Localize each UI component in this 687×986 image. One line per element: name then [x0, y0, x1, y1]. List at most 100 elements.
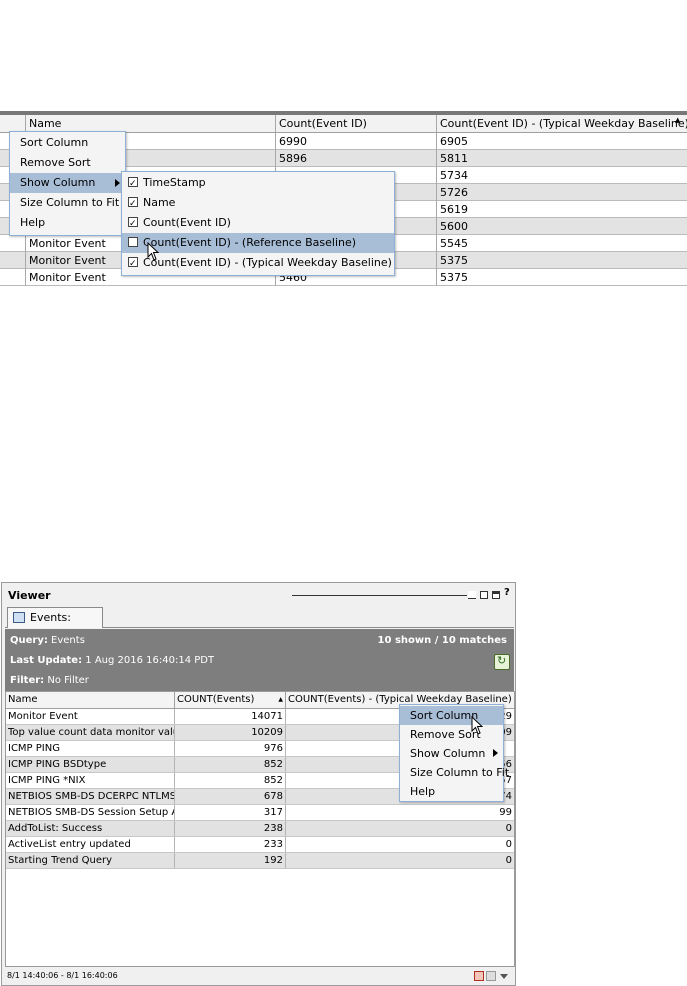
cell-name: Monitor Event: [6, 709, 175, 724]
alert-icon[interactable]: [474, 971, 484, 981]
cell-count: 852: [175, 757, 286, 772]
submenu-item-label: TimeStamp: [143, 176, 206, 189]
menu-size-column-to-fit[interactable]: Size Column to Fit: [400, 763, 509, 782]
cell-count: 233: [175, 837, 286, 852]
menu-show-column-label: Show Column: [410, 747, 486, 760]
cell-name: NETBIOS SMB-DS Session Setup A...: [8, 805, 175, 820]
menu-help[interactable]: Help: [10, 213, 125, 233]
cell-baseline: 5375: [440, 254, 468, 267]
submenu-item-label: Count(Event ID) - (Reference Baseline): [143, 236, 357, 249]
mouse-pointer-icon: [147, 242, 160, 261]
submenu-arrow-icon: [493, 749, 498, 757]
cell-baseline: 99: [499, 807, 512, 818]
query-label: Query:: [10, 635, 48, 646]
column-header-count[interactable]: COUNT(Events) ▲: [175, 692, 286, 708]
sort-ascending-icon: ▲: [675, 116, 681, 124]
last-update-line: Last Update: 1 Aug 2016 16:40:14 PDT: [10, 655, 214, 666]
submenu-item-label: Count(Event ID) - (Typical Weekday Basel…: [143, 256, 392, 269]
cell-count: 852: [175, 773, 286, 788]
submenu-arrow-icon: [115, 179, 120, 187]
dropdown-arrow-icon[interactable]: [500, 974, 508, 979]
column-header-name[interactable]: Name: [26, 115, 276, 132]
menu-size-column-to-fit[interactable]: Size Column to Fit: [10, 193, 125, 213]
cell-count: 14071: [175, 709, 286, 724]
submenu-item[interactable]: TimeStamp: [122, 173, 394, 194]
tab-strip: Events: Table: [5, 606, 514, 644]
menu-remove-sort[interactable]: Remove Sort: [400, 725, 503, 744]
sort-ascending-icon: ▲: [278, 696, 283, 703]
table-row[interactable]: NETBIOS SMB-DS Session Setup A... 317 99: [6, 805, 514, 821]
cell-baseline: 5600: [440, 220, 468, 233]
cell-baseline: 5734: [440, 169, 468, 182]
cell-name: AddToList: Success: [6, 821, 175, 836]
checkbox-checked-icon[interactable]: [128, 214, 138, 234]
query-info-panel: Query: Events 10 shown / 10 matches Last…: [5, 629, 514, 691]
cell-baseline: 5726: [440, 186, 468, 199]
status-bar: 8/1 14:40:06 - 8/1 16:40:06: [5, 969, 514, 983]
query-line: Query: Events: [10, 635, 85, 646]
menu-sort-column[interactable]: Sort Column: [400, 706, 503, 725]
menu-remove-sort[interactable]: Remove Sort: [10, 153, 125, 173]
cell-count: 192: [175, 853, 286, 868]
menu-help[interactable]: Help: [400, 782, 503, 801]
column-header-count-label: COUNT(Events): [177, 694, 255, 705]
header-blank: [0, 115, 26, 132]
event-table-screenshot: Name Count(Event ID) Count(Event ID) - (…: [0, 111, 687, 289]
filter-line: Filter: No Filter: [10, 675, 89, 686]
cell-name: ICMP PING: [6, 741, 175, 756]
menu-show-column[interactable]: Show Column: [400, 744, 503, 763]
table-row[interactable]: ActiveList entry updated 233 0: [6, 837, 514, 853]
filter-value: No Filter: [47, 675, 89, 686]
cell-count: 317: [175, 805, 286, 820]
menu-show-column[interactable]: Show Column: [10, 173, 125, 193]
help-icon[interactable]: ?: [504, 587, 510, 598]
restore-icon[interactable]: [480, 591, 488, 599]
row-blank: [0, 252, 26, 269]
time-range: 8/1 14:40:06 - 8/1 16:40:06: [7, 971, 118, 980]
table-row[interactable]: Starting Trend Query 192 0: [6, 853, 514, 869]
checkbox-checked-icon[interactable]: [128, 174, 138, 194]
checkbox-unchecked-icon[interactable]: [128, 237, 138, 247]
checkbox-checked-icon[interactable]: [128, 254, 138, 274]
cell-baseline: 0: [505, 823, 512, 834]
tab-events-table[interactable]: Events: Table: [7, 607, 103, 644]
cell-count: 976: [175, 741, 286, 756]
viewer-context-menu: Sort Column Remove Sort Show Column Size…: [399, 704, 509, 802]
cell-baseline: 6905: [440, 135, 468, 148]
refresh-icon[interactable]: [494, 654, 510, 670]
pause-icon[interactable]: [486, 971, 496, 981]
submenu-item[interactable]: Count(Event ID) - (Typical Weekday Basel…: [122, 253, 394, 274]
cell-count: 678: [175, 789, 286, 804]
minimize-icon[interactable]: [468, 591, 476, 599]
mouse-pointer-icon: [471, 716, 484, 735]
cell-name: ICMP PING *NIX: [6, 773, 175, 788]
table-row[interactable]: AddToList: Success 238 0: [6, 821, 514, 837]
cell-count: 10209: [175, 725, 286, 740]
cell-name: ActiveList entry updated: [6, 837, 175, 852]
status-icons: [474, 971, 510, 981]
cell-baseline: 5619: [440, 203, 468, 216]
submenu-item[interactable]: Count(Event ID): [122, 213, 394, 234]
column-header-name[interactable]: Name: [6, 692, 175, 708]
column-header-count[interactable]: Count(Event ID): [276, 115, 437, 132]
checkbox-checked-icon[interactable]: [128, 194, 138, 214]
match-count: 10 shown / 10 matches: [377, 635, 507, 646]
submenu-item-label: Count(Event ID): [143, 216, 231, 229]
maximize-icon[interactable]: [492, 591, 500, 599]
submenu-item[interactable]: Count(Event ID) - (Reference Baseline): [122, 233, 394, 253]
cell-baseline: 0: [505, 855, 512, 866]
menu-sort-column[interactable]: Sort Column: [10, 133, 125, 153]
title-divider: [292, 595, 467, 596]
cell-count: 6990: [276, 133, 437, 150]
submenu-item[interactable]: Name: [122, 193, 394, 214]
submenu-item-label: Name: [143, 196, 176, 209]
cell-baseline: 5545: [440, 237, 468, 250]
cell-name: NETBIOS SMB-DS DCERPC NTLMS...: [8, 789, 175, 804]
cell-count: 238: [175, 821, 286, 836]
last-update-value: 1 Aug 2016 16:40:14 PDT: [85, 655, 215, 666]
cell-baseline: 5811: [440, 152, 468, 165]
last-update-label: Last Update:: [10, 655, 83, 666]
column-header-baseline[interactable]: Count(Event ID) - (Typical Weekday Basel…: [437, 115, 687, 132]
show-column-submenu: TimeStamp Name Count(Event ID) Count(Event …: [121, 171, 395, 276]
table-icon: [13, 612, 25, 623]
